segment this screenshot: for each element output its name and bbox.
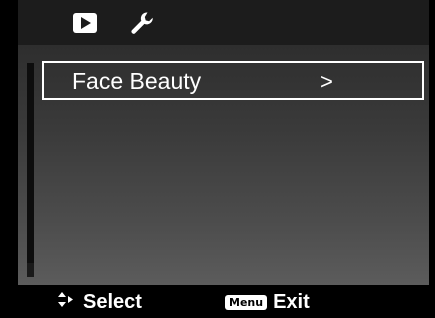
play-icon[interactable] — [70, 8, 100, 38]
up-down-arrows-icon — [58, 292, 73, 307]
menu-item-label: Face Beauty — [72, 68, 202, 94]
menu-item-face-beauty[interactable]: Face Beauty > — [42, 61, 424, 100]
menu-key-badge: Menu — [225, 294, 268, 310]
chevron-right-icon: > — [320, 69, 333, 94]
select-label: Select — [83, 291, 142, 313]
mode-tab-bar — [18, 0, 429, 45]
exit-label: Exit — [273, 291, 310, 313]
exit-hint: Menu Exit — [225, 290, 310, 314]
scrollbar-thumb[interactable] — [27, 63, 34, 263]
footer-hint-bar: Select Menu Exit — [18, 285, 429, 318]
camera-screen: Face Beauty > Select Menu Exit — [0, 0, 435, 318]
wrench-icon[interactable] — [127, 8, 157, 38]
select-hint: Select — [57, 290, 142, 314]
